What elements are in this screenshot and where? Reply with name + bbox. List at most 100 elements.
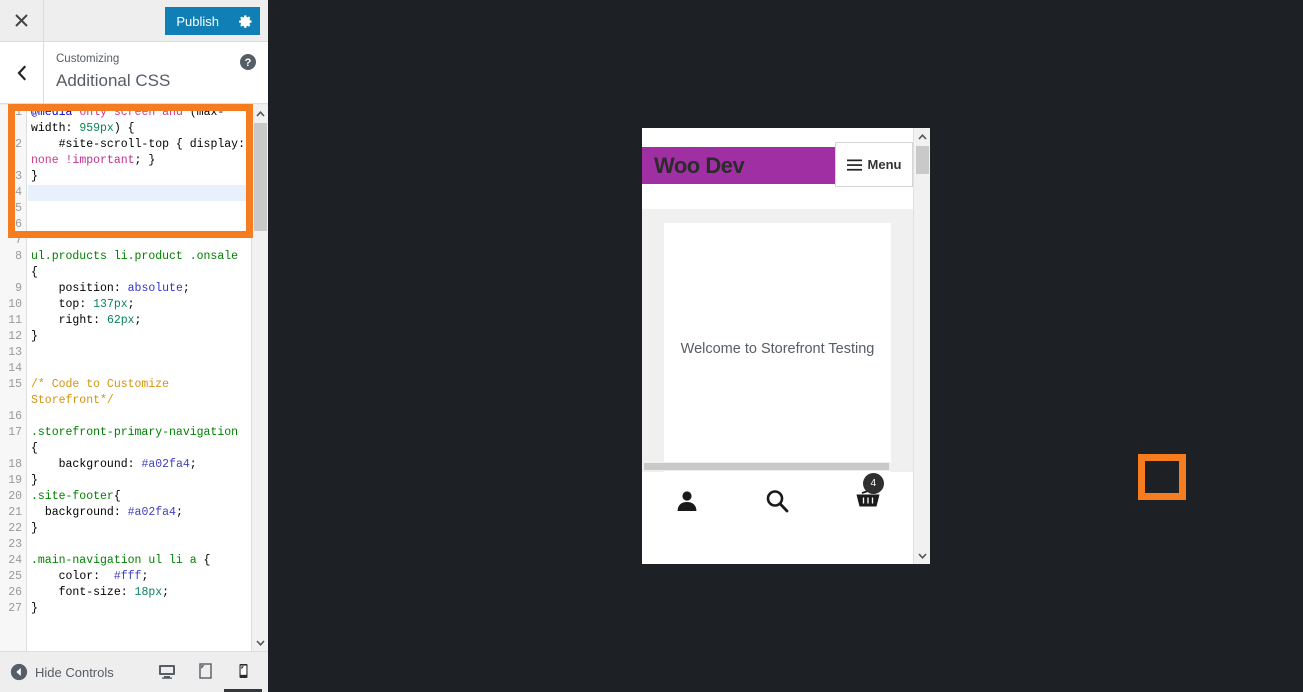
close-icon xyxy=(15,14,28,27)
code-line[interactable]: } xyxy=(28,521,250,537)
code-line[interactable]: background: #a02fa4; xyxy=(28,457,250,473)
code-line[interactable]: .storefront-primary-navigation { xyxy=(28,425,250,457)
code-token: color xyxy=(58,570,94,583)
code-line[interactable]: } xyxy=(28,329,250,345)
code-token: ; xyxy=(134,314,142,327)
back-button[interactable] xyxy=(0,42,44,103)
breadcrumb: Customizing xyxy=(56,53,120,65)
editor-scrollbar[interactable] xyxy=(251,105,268,651)
code-token: !important xyxy=(65,154,135,167)
sidebar-footer: Hide Controls xyxy=(0,651,268,692)
code-token: top xyxy=(58,298,80,311)
editor-scroll-down-button[interactable] xyxy=(252,634,268,651)
line-number: 20 xyxy=(8,490,22,503)
preview-scroll-up-button[interactable] xyxy=(914,128,930,145)
code-line[interactable]: .main-navigation ul li a { xyxy=(28,553,250,569)
device-button-tablet[interactable] xyxy=(186,652,224,692)
device-button-desktop[interactable] xyxy=(148,652,186,692)
editor-code-area[interactable]: @media only screen and (max-width: 959px… xyxy=(28,105,250,651)
site-header: Woo Dev Menu xyxy=(642,142,913,187)
code-line[interactable]: top: 137px; xyxy=(28,297,250,313)
code-token: display xyxy=(189,138,239,151)
editor-scroll-up-button[interactable] xyxy=(252,105,268,122)
code-line[interactable] xyxy=(28,345,250,361)
code-line[interactable]: } xyxy=(28,601,250,617)
search-icon xyxy=(767,489,789,512)
site-horizontal-scrollbar[interactable] xyxy=(642,462,913,471)
footer-search-button[interactable] xyxy=(732,488,822,514)
code-line[interactable]: background: #a02fa4; xyxy=(28,505,250,521)
customizer-sidebar: Publish Customizing Additional CSS ? 1 2… xyxy=(0,0,268,692)
site-preview-viewport[interactable]: Woo Dev Menu Welcome to Storefront Testi… xyxy=(642,128,913,564)
line-number: 15 xyxy=(8,378,22,391)
preview-scrollbar-thumb[interactable] xyxy=(916,146,929,174)
editor-line-number-gutter: 1 2 3 4 5 6 7 8 9 10 11 12 13 14 15 16 17 18 19 20 21 22 23 24 2… xyxy=(0,105,27,651)
css-editor[interactable]: 1 2 3 4 5 6 7 8 9 10 11 12 13 14 15 16 17 18 19 20 21 22 23 24 2… xyxy=(0,105,268,651)
help-icon[interactable]: ? xyxy=(240,54,256,70)
site-logo[interactable]: Woo Dev xyxy=(654,153,745,179)
code-line[interactable]: position: absolute; xyxy=(28,281,250,297)
line-number: 4 xyxy=(15,186,22,199)
code-token: ul.products li.product .onsale xyxy=(31,250,239,263)
code-token: /* Code to Customize Storefront*/ xyxy=(31,378,176,407)
publish-button[interactable]: Publish xyxy=(165,7,230,35)
code-line[interactable]: font-size: 18px; xyxy=(28,585,250,601)
publish-button-group: Publish xyxy=(165,7,260,35)
code-line[interactable] xyxy=(28,217,250,233)
code-line[interactable]: } xyxy=(28,169,250,185)
code-token: ; xyxy=(175,506,183,519)
code-line[interactable]: /* Code to Customize Storefront*/ xyxy=(28,377,250,409)
code-token: { xyxy=(169,138,190,151)
mobile-preview-frame[interactable]: Woo Dev Menu Welcome to Storefront Testi… xyxy=(642,128,930,564)
account-icon xyxy=(677,490,697,511)
code-token: font-size xyxy=(58,586,121,599)
mobile-menu-button[interactable]: Menu xyxy=(835,142,913,187)
device-button-mobile[interactable] xyxy=(224,652,262,692)
line-number: 24 xyxy=(8,554,22,567)
close-customizer-button[interactable] xyxy=(0,0,44,41)
site-horizontal-scrollbar-thumb[interactable] xyxy=(644,463,889,470)
code-line[interactable] xyxy=(28,233,250,249)
line-number: 17 xyxy=(8,426,22,439)
footer-cart-button[interactable]: 4 xyxy=(823,473,913,516)
line-number: 25 xyxy=(8,570,22,583)
hamburger-icon xyxy=(846,159,862,171)
code-token: #fff xyxy=(113,570,142,583)
preview-scrollbar[interactable] xyxy=(913,128,930,564)
editor-scrollbar-thumb[interactable] xyxy=(254,123,267,231)
code-token: background xyxy=(58,458,128,471)
preview-area: Woo Dev Menu Welcome to Storefront Testi… xyxy=(268,0,1303,692)
code-line[interactable]: @media only screen and (max-width: 959px… xyxy=(28,105,250,137)
hide-controls-button[interactable]: Hide Controls xyxy=(10,652,114,692)
footer-account-button[interactable] xyxy=(642,488,732,514)
code-line[interactable] xyxy=(28,409,250,425)
code-token: 137px xyxy=(93,298,128,311)
code-line[interactable] xyxy=(28,361,250,377)
code-line[interactable] xyxy=(28,185,250,201)
mobile-icon xyxy=(239,663,248,678)
code-token: } xyxy=(31,474,38,487)
code-line[interactable] xyxy=(28,537,250,553)
code-line[interactable]: #site-scroll-top { display: none !import… xyxy=(28,137,250,169)
code-token: #a02fa4 xyxy=(127,506,176,519)
line-number: 9 xyxy=(15,282,22,295)
line-number: 14 xyxy=(8,362,22,375)
code-line[interactable] xyxy=(28,201,250,217)
code-line[interactable]: right: 62px; xyxy=(28,313,250,329)
collapse-arrow-icon xyxy=(10,663,28,681)
line-number: 27 xyxy=(8,602,22,615)
code-line[interactable]: .site-footer{ xyxy=(28,489,250,505)
code-token: ; xyxy=(189,458,197,471)
code-line[interactable]: color: #fff; xyxy=(28,569,250,585)
line-number: 19 xyxy=(8,474,22,487)
line-number: 10 xyxy=(8,298,22,311)
chevron-up-icon xyxy=(918,133,927,140)
preview-scroll-down-button[interactable] xyxy=(914,547,930,564)
publish-settings-gear-button[interactable] xyxy=(230,7,260,35)
code-line[interactable]: } xyxy=(28,473,250,489)
code-token: ; xyxy=(182,282,190,295)
code-line[interactable]: ul.products li.product .onsale { xyxy=(28,249,250,281)
code-token: : xyxy=(93,314,107,327)
